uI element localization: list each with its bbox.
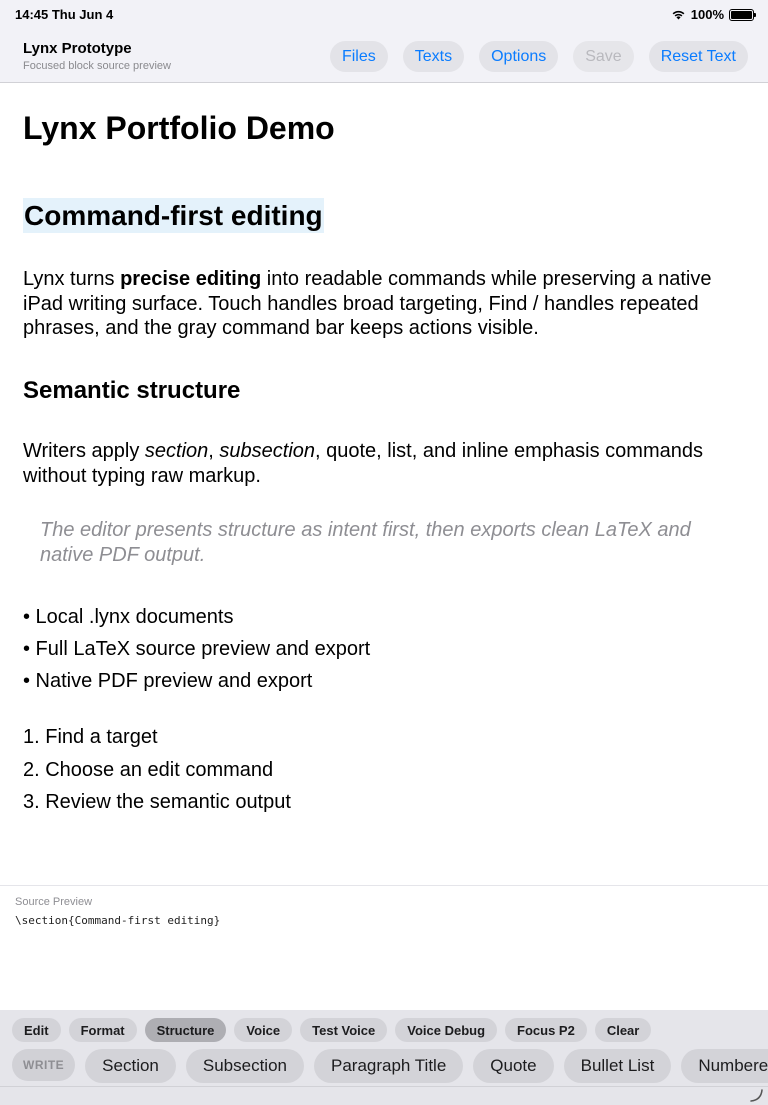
section-command-button[interactable]: Section — [85, 1049, 176, 1083]
para2-em-subsection: subsection — [219, 440, 316, 462]
tab-structure[interactable]: Structure — [144, 1018, 227, 1042]
bottom-strip — [0, 1086, 768, 1105]
subsection-command-button[interactable]: Subsection — [185, 1049, 304, 1083]
source-preview-code: \section{Command-first editing} — [15, 914, 221, 927]
list-item[interactable]: • Native PDF preview and export — [23, 665, 370, 697]
status-time: 14:45 Thu Jun 4 — [15, 7, 114, 22]
source-preview-panel: Source Preview \section{Command-first ed… — [0, 885, 768, 1010]
list-item[interactable]: 1. Find a target — [23, 721, 291, 754]
section-heading-selected[interactable]: Command-first editing — [23, 198, 324, 233]
app-title: Lynx Prototype — [23, 40, 132, 57]
files-button[interactable]: Files — [329, 41, 388, 72]
para2-separator: , — [208, 440, 220, 462]
options-button[interactable]: Options — [479, 41, 559, 72]
list-item[interactable]: • Full LaTeX source preview and export — [23, 633, 370, 665]
resize-handle-icon[interactable] — [749, 1088, 763, 1102]
app-subtitle: Focused block source preview — [23, 60, 171, 72]
bullet-list-command-button[interactable]: Bullet List — [563, 1049, 672, 1083]
tab-voice-debug[interactable]: Voice Debug — [395, 1018, 498, 1042]
paragraph-title-command-button[interactable]: Paragraph Title — [314, 1049, 464, 1083]
numbered-list[interactable]: 1. Find a target 2. Choose an edit comma… — [23, 721, 291, 819]
reset-text-button[interactable]: Reset Text — [648, 41, 748, 72]
mode-badge: WRITE — [12, 1049, 76, 1081]
tab-clear[interactable]: Clear — [594, 1018, 652, 1042]
status-indicators: 100% — [671, 7, 756, 22]
battery-level — [731, 10, 752, 19]
block-quote[interactable]: The editor presents structure as intent … — [40, 518, 720, 567]
document-title[interactable]: Lynx Portfolio Demo — [23, 110, 335, 147]
para1-text-before: Lynx turns — [23, 268, 121, 290]
tab-edit[interactable]: Edit — [12, 1018, 61, 1042]
tab-test-voice[interactable]: Test Voice — [300, 1018, 388, 1042]
list-item[interactable]: 3. Review the semantic output — [23, 786, 291, 819]
texts-button[interactable]: Texts — [402, 41, 465, 72]
list-item[interactable]: 2. Choose an edit command — [23, 754, 291, 787]
command-row: WRITE Section Subsection Paragraph Title… — [12, 1049, 768, 1083]
para2-em-section: section — [144, 440, 209, 462]
save-button[interactable]: Save — [573, 41, 634, 72]
para1-bold: precise editing — [120, 268, 262, 290]
para2-text-before: Writers apply — [23, 440, 145, 462]
bullet-list[interactable]: • Local .lynx documents • Full LaTeX sou… — [23, 601, 370, 697]
list-item[interactable]: • Local .lynx documents — [23, 601, 370, 633]
navigation-bar: Lynx Prototype Focused block source prev… — [0, 30, 768, 83]
status-bar: 14:45 Thu Jun 4 100% — [0, 0, 768, 30]
wifi-icon — [672, 10, 685, 20]
battery-icon — [729, 8, 756, 21]
tab-format[interactable]: Format — [68, 1018, 137, 1042]
subsection-heading[interactable]: Semantic structure — [23, 377, 240, 405]
source-preview-label: Source Preview — [15, 896, 93, 908]
paragraph-intro[interactable]: Lynx turns precise editing into readable… — [23, 267, 723, 341]
tab-voice[interactable]: Voice — [234, 1018, 293, 1042]
quote-command-button[interactable]: Quote — [473, 1049, 554, 1083]
battery-percent: 100% — [690, 7, 724, 22]
tab-focus-p2[interactable]: Focus P2 — [505, 1018, 587, 1042]
numbered-list-command-button[interactable]: Numbered List — [681, 1049, 768, 1083]
nav-actions: Files Texts Options Save Reset Text — [329, 41, 748, 72]
paragraph-structure[interactable]: Writers apply section, subsection, quote… — [23, 439, 723, 488]
command-tabs: Edit Format Structure Voice Test Voice V… — [12, 1018, 652, 1042]
